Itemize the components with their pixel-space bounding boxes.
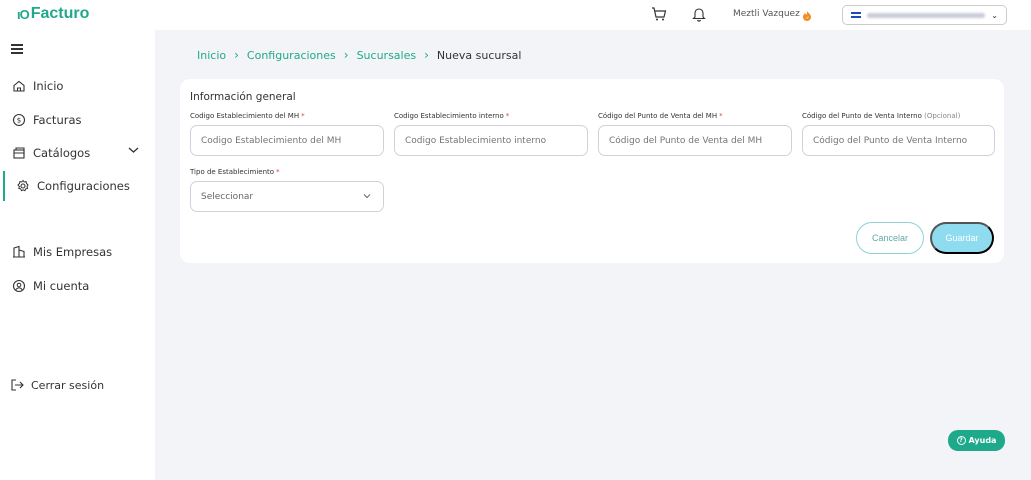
sidebar: Inicio $ Facturas Catálogos Configuracio…	[0, 30, 155, 480]
building-icon	[13, 245, 25, 258]
codigo-mh-input[interactable]	[190, 125, 384, 156]
logout-button[interactable]: Cerrar sesión	[10, 378, 104, 392]
field-label-mh: Codigo Establecimiento del MH *	[190, 112, 305, 120]
home-icon	[13, 80, 25, 92]
save-button[interactable]: Guardar	[930, 222, 994, 254]
chevron-down-icon	[363, 192, 371, 201]
sidebar-item-inicio[interactable]: Inicio	[12, 79, 63, 93]
sidebar-item-label: Mi cuenta	[33, 279, 90, 293]
dollar-circle-icon: $	[12, 113, 26, 127]
cancel-button[interactable]: Cancelar	[856, 222, 924, 254]
field-label-interno: Codigo Establecimiento interno *	[394, 112, 509, 120]
bell-icon[interactable]	[692, 6, 706, 26]
codigo-interno-input[interactable]	[394, 125, 588, 156]
svg-text:$: $	[17, 117, 21, 125]
sidebar-item-label: Mis Empresas	[33, 245, 113, 259]
label-text: Código del Punto de Venta del MH	[598, 112, 718, 120]
chevron-down-icon[interactable]	[128, 146, 139, 157]
brand-name: Facturo	[30, 5, 90, 22]
required-mark: *	[301, 112, 305, 120]
company-selector[interactable]: ⌄	[842, 5, 1007, 25]
sidebar-item-label: Catálogos	[33, 146, 91, 160]
breadcrumb-inicio[interactable]: Inicio	[197, 49, 226, 62]
sidebar-item-catalogos[interactable]: Catálogos	[12, 146, 90, 160]
gear-icon	[17, 179, 29, 192]
flame-icon	[801, 7, 813, 26]
flag-icon	[851, 12, 861, 18]
brand-logo[interactable]: ιO Facturo	[17, 5, 89, 23]
label-text: Tipo de Establecimiento	[190, 168, 275, 176]
sidebar-item-facturas[interactable]: $ Facturas	[12, 113, 82, 127]
breadcrumb-sucursales[interactable]: Sucursales	[357, 49, 417, 62]
active-indicator	[3, 171, 5, 201]
punto-venta-interno-input[interactable]	[802, 125, 995, 156]
logout-label: Cerrar sesión	[31, 378, 105, 392]
user-name[interactable]: Meztli Vazquez	[733, 9, 800, 19]
chevron-right-icon: ›	[234, 48, 239, 62]
optional-mark: (Opcional)	[924, 112, 961, 120]
required-mark: *	[719, 112, 723, 120]
select-value: Seleccionar	[201, 191, 254, 202]
help-label: Ayuda	[968, 436, 997, 445]
help-button[interactable]: ? Ayuda	[948, 430, 1005, 451]
label-text: Codigo Establecimiento del MH	[190, 112, 300, 120]
logout-icon	[11, 379, 24, 391]
sidebar-item-label: Facturas	[33, 113, 82, 127]
top-bar: ιO Facturo Meztli Vazquez ⌄	[0, 0, 1031, 30]
required-mark: *	[505, 112, 510, 120]
sidebar-item-label: Configuraciones	[37, 179, 130, 193]
label-text: Código del Punto de Venta Interno	[802, 112, 922, 120]
field-label-pv-interno: Código del Punto de Venta Interno (Opcio…	[802, 112, 960, 120]
chevron-down-icon: ⌄	[991, 10, 998, 20]
company-name-redacted	[867, 12, 986, 18]
required-mark: *	[276, 168, 280, 176]
breadcrumb: Inicio › Configuraciones › Sucursales › …	[197, 48, 521, 62]
cart-icon[interactable]	[651, 6, 667, 26]
sidebar-item-configuraciones[interactable]: Configuraciones	[16, 179, 130, 193]
help-icon: ?	[956, 436, 966, 445]
user-circle-icon	[12, 279, 26, 293]
breadcrumb-configuraciones[interactable]: Configuraciones	[247, 49, 336, 62]
label-text: Codigo Establecimiento interno	[394, 112, 504, 120]
chevron-right-icon: ›	[343, 48, 349, 62]
section-title: Información general	[190, 91, 296, 103]
tipo-establecimiento-select[interactable]: Seleccionar	[190, 181, 384, 212]
field-label-tipo: Tipo de Establecimiento *	[190, 168, 280, 176]
breadcrumb-current: Nueva sucursal	[436, 48, 522, 62]
sidebar-item-label: Inicio	[33, 79, 64, 93]
form-card: Información general Codigo Establecimien…	[180, 79, 1004, 263]
field-label-pv-mh: Código del Punto de Venta del MH *	[598, 112, 723, 120]
chevron-right-icon: ›	[424, 48, 429, 62]
menu-icon[interactable]	[11, 44, 23, 57]
catalog-icon	[13, 147, 25, 159]
sidebar-item-mi-cuenta[interactable]: Mi cuenta	[12, 279, 89, 293]
sidebar-item-mis-empresas[interactable]: Mis Empresas	[12, 245, 112, 259]
logo-mark: ιO	[17, 6, 30, 22]
punto-venta-mh-input[interactable]	[598, 125, 792, 156]
main-content: Inicio › Configuraciones › Sucursales › …	[155, 30, 1031, 480]
